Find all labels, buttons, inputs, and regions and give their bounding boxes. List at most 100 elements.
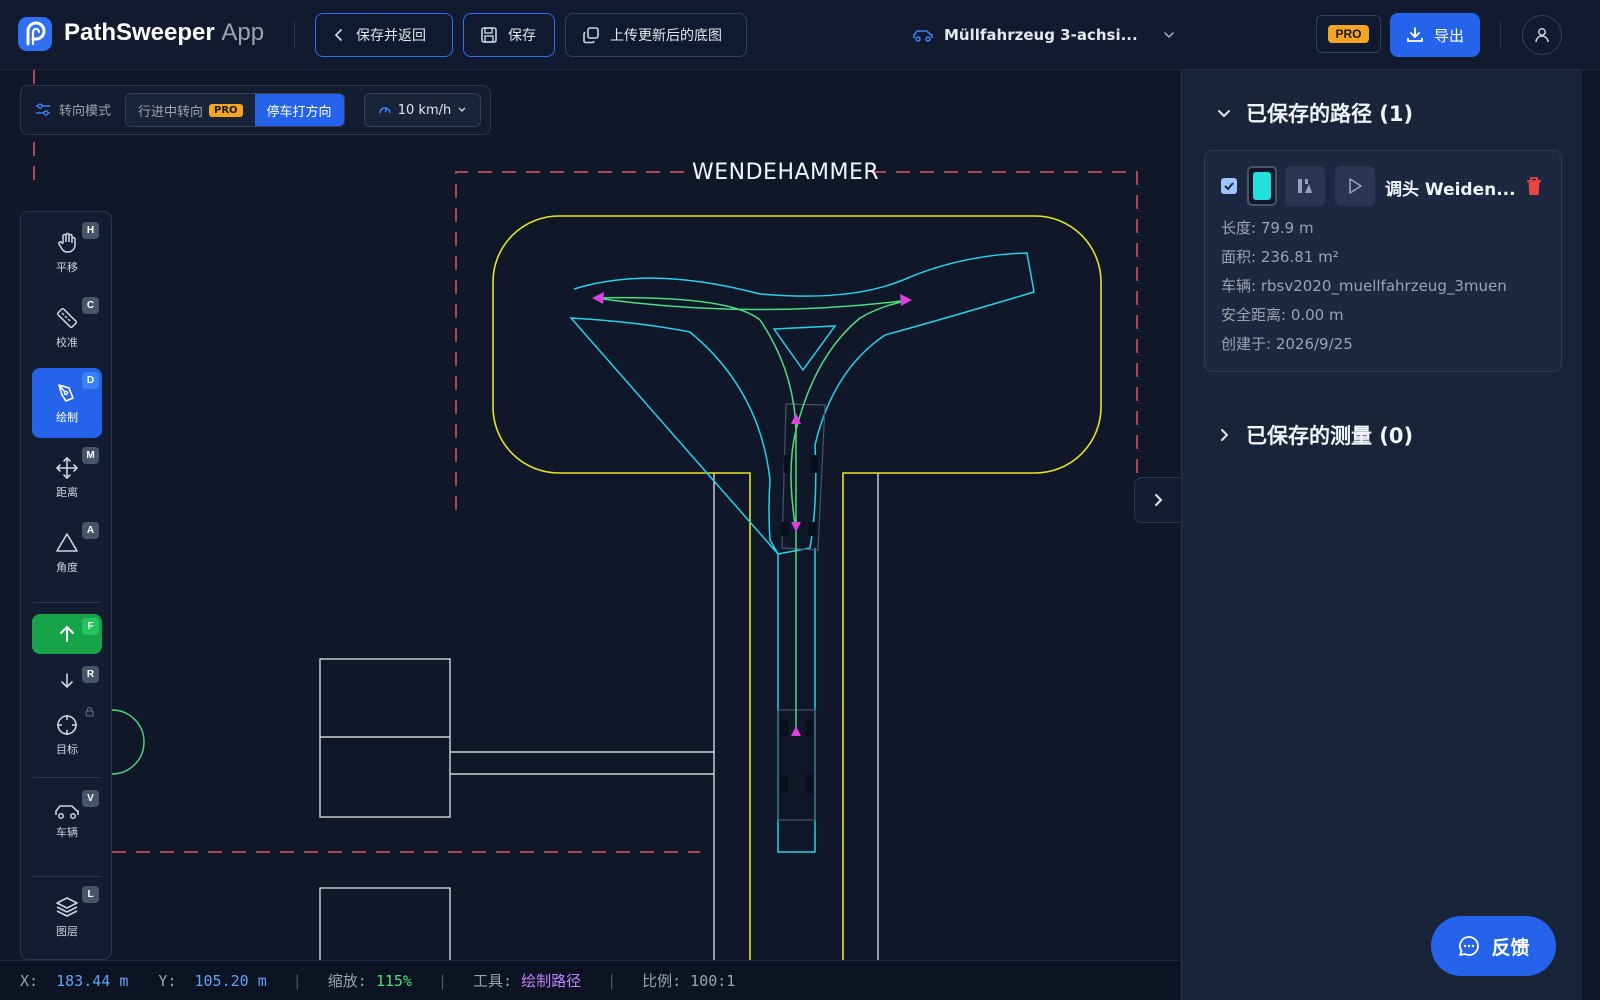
scale-value: 100:1: [690, 971, 736, 990]
x-coordinate: 183.44 m: [56, 971, 129, 990]
route-play-button[interactable]: [1335, 166, 1375, 206]
saved-routes-header[interactable]: 已保存的路径 (1): [1216, 98, 1413, 128]
save-and-return-label: 保存并返回: [356, 28, 426, 44]
tool-draw[interactable]: D 绘制: [32, 368, 102, 438]
tool-label: 绘制: [56, 411, 78, 424]
target-circle: [111, 709, 145, 775]
chevron-right-icon: [1221, 429, 1229, 441]
shortcut-key: H: [82, 222, 99, 239]
pro-badge: PRO: [1328, 25, 1369, 43]
pro-badge: PRO: [209, 103, 243, 117]
export-label: 导出: [1433, 26, 1464, 45]
tool-label: 车辆: [56, 826, 78, 839]
save-icon: [481, 27, 497, 43]
route-name: 调头 Weiden...: [1385, 180, 1516, 200]
shortcut-key: M: [82, 447, 99, 464]
sliders-icon: [36, 102, 50, 116]
route-vehicle: 车辆: rbsv2020_muellfahrzeug_3muen: [1221, 277, 1507, 295]
tool-label: 校准: [56, 336, 78, 349]
zoom-label: 缩放:: [327, 972, 367, 990]
copy-icon: [583, 27, 599, 44]
tool-label: 距离: [56, 486, 78, 499]
speed-select[interactable]: 10 km/h: [364, 93, 481, 127]
vehicle-name: Müllfahrzeug 3-achsi...: [944, 26, 1138, 44]
feedback-label: 反馈: [1491, 936, 1530, 959]
download-icon: [1407, 27, 1423, 42]
route-details: 长度: 79.9 m 面积: 236.81 m² 车辆: rbsv2020_mu…: [1221, 214, 1507, 359]
divider: |: [607, 971, 617, 990]
upload-basemap-label: 上传更新后的底图: [610, 28, 722, 44]
route-card: 调头 Weiden... 长度: 79.9 m 面积: 236.81 m² 车辆…: [1204, 150, 1562, 372]
upload-basemap-button[interactable]: 上传更新后的底图: [565, 13, 747, 57]
divider: |: [437, 971, 447, 990]
mode-drive-option[interactable]: 行进中转向 PRO: [126, 94, 255, 126]
chevron-down-icon: [458, 107, 466, 112]
vehicle-wheels: [780, 455, 818, 793]
shortcut-key: V: [82, 790, 99, 807]
shortcut-key: R: [82, 666, 99, 683]
tool-target[interactable]: 目标: [32, 700, 102, 770]
mode-park-label: 停车打方向: [266, 104, 332, 120]
mode-park-option[interactable]: 停车打方向: [254, 94, 344, 126]
tool-label: 目标: [56, 743, 78, 756]
center-path: [595, 296, 911, 732]
tool-label: 平移: [56, 261, 78, 274]
area-label: WENDEHAMMER: [692, 160, 880, 185]
vehicle-selector[interactable]: Müllfahrzeug 3-achsi...: [912, 22, 1176, 48]
steering-mode-bar: 转向模式 行进中转向 PRO 停车打方向 10 km/h: [20, 85, 491, 135]
drawing-layer: [33, 70, 1138, 960]
play-icon: [1349, 178, 1362, 194]
tool-calibrate[interactable]: C 校准: [32, 293, 102, 363]
route-created-date: 创建于: 2026/9/25: [1221, 335, 1353, 353]
gauge-icon: [379, 107, 391, 114]
arrow-up-icon: [60, 625, 74, 642]
delete-route-button[interactable]: [1525, 176, 1543, 200]
route-length: 长度: 79.9 m: [1221, 219, 1314, 237]
chevron-left-icon: [334, 29, 342, 41]
tool-vehicle[interactable]: V 车辆: [32, 786, 102, 856]
saved-measurements-header[interactable]: 已保存的测量 (0): [1216, 420, 1413, 450]
save-and-return-button[interactable]: 保存并返回: [315, 13, 453, 57]
map-canvas[interactable]: WENDEHAMMER: [0, 70, 1180, 960]
toolbar-divider: [33, 602, 101, 603]
export-button[interactable]: 导出: [1390, 13, 1480, 57]
saved-measurements-title: 已保存的测量 (0): [1246, 424, 1414, 448]
route-area: 面积: 236.81 m²: [1221, 248, 1339, 266]
user-icon: [1535, 28, 1549, 43]
user-avatar[interactable]: [1522, 15, 1562, 55]
tool-pan[interactable]: H 平移: [32, 218, 102, 288]
lock-icon: [85, 707, 94, 717]
building-outlines: [319, 473, 879, 960]
saved-routes-title: 已保存的路径 (1): [1246, 102, 1414, 126]
shortcut-key: F: [82, 618, 99, 635]
app-title: PathSweeper App: [64, 19, 265, 46]
chevron-down-icon: [1163, 32, 1174, 39]
split-icon: [1298, 179, 1312, 193]
tool-angle[interactable]: A 角度: [32, 518, 102, 588]
tool-forward[interactable]: F: [32, 614, 102, 654]
app-logo-icon: [18, 17, 52, 51]
ruler-icon: [56, 307, 78, 329]
tool-palette: H 平移 C 校准 D 绘制 M 距离 A 角度 F R 目标 V 车辆 L 图…: [20, 211, 112, 960]
route-layout-button[interactable]: [1285, 166, 1325, 206]
route-color-swatch[interactable]: [1247, 166, 1277, 206]
triangle-icon: [56, 533, 78, 552]
current-tool: 绘制路径: [521, 972, 582, 990]
pro-button[interactable]: PRO: [1316, 15, 1381, 53]
chevron-down-icon: [1218, 110, 1230, 118]
tool-reverse[interactable]: R: [32, 662, 102, 700]
route-safety-distance: 安全距离: 0.00 m: [1221, 306, 1344, 324]
steering-mode-toggle: 行进中转向 PRO 停车打方向: [125, 93, 345, 127]
shortcut-key: D: [82, 372, 99, 389]
swept-path-outline: [569, 252, 1035, 853]
divider: |: [292, 971, 302, 990]
tool-distance[interactable]: M 距离: [32, 443, 102, 513]
collapse-panel-button[interactable]: [1134, 477, 1180, 523]
route-visibility-checkbox[interactable]: [1221, 178, 1237, 194]
tool-label: 图层: [56, 925, 78, 938]
divider: [1500, 22, 1501, 48]
save-button[interactable]: 保存: [463, 13, 555, 57]
tool-layers[interactable]: L 图层: [32, 882, 102, 952]
shortcut-key: A: [82, 522, 99, 539]
feedback-button[interactable]: 反馈: [1431, 916, 1556, 976]
